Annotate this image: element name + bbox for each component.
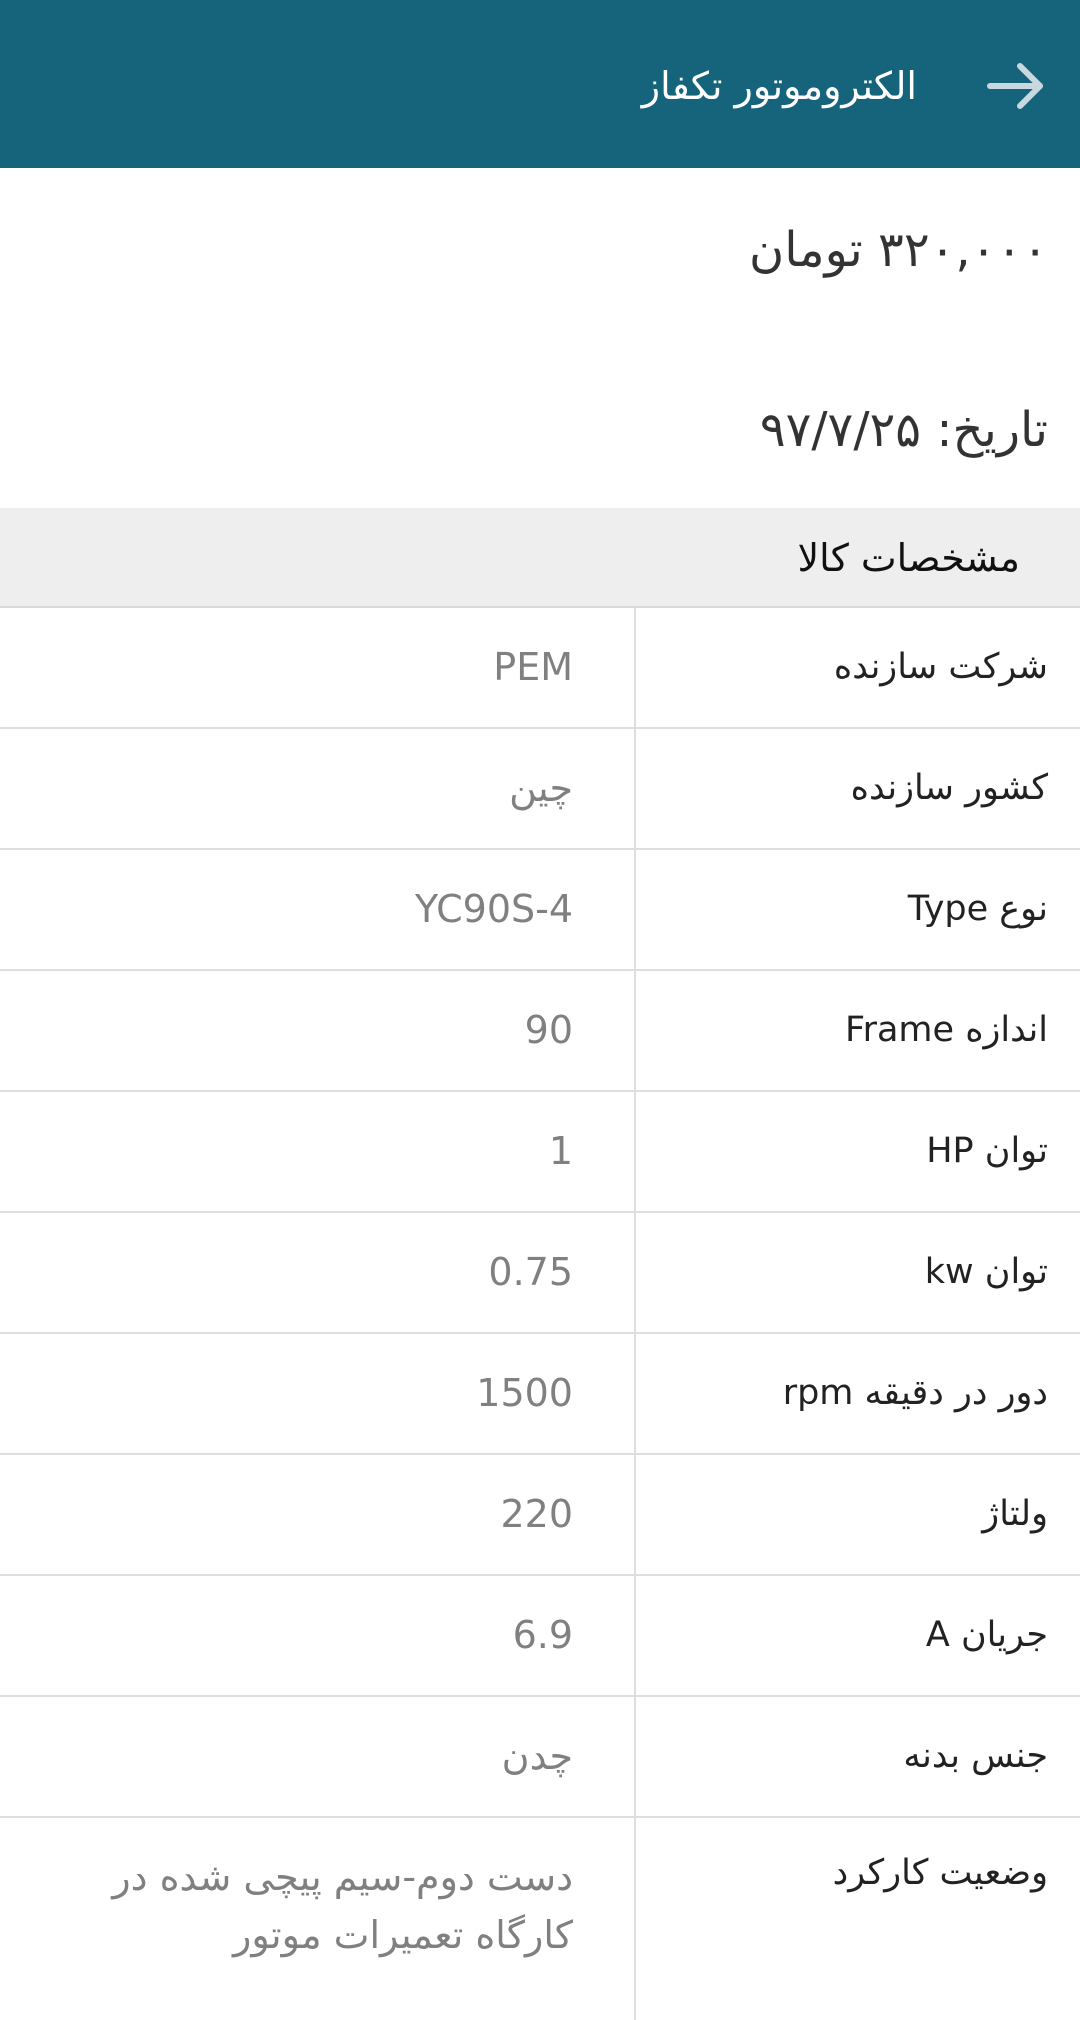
spec-row-voltage: ولتاژ 220 bbox=[0, 1455, 1080, 1576]
spec-row-manufacturer: شرکت سازنده PEM bbox=[0, 608, 1080, 729]
spec-value: 6.9 bbox=[512, 1613, 573, 1657]
spec-label: توان HP bbox=[926, 1131, 1048, 1171]
spec-label: جریان A bbox=[925, 1615, 1048, 1655]
spec-row-body-material: جنس بدنه چدن bbox=[0, 1697, 1080, 1818]
spec-value: 1500 bbox=[476, 1371, 573, 1415]
spec-row-frame: اندازه Frame 90 bbox=[0, 971, 1080, 1092]
specs-table: شرکت سازنده PEM کشور سازنده چین نوع Type… bbox=[0, 608, 1080, 2020]
spec-row-type: نوع Type YC90S-4 bbox=[0, 850, 1080, 971]
spec-row-current: جریان A 6.9 bbox=[0, 1576, 1080, 1697]
spec-label: اندازه Frame bbox=[845, 1010, 1048, 1050]
spec-value: 1 bbox=[548, 1129, 573, 1173]
spec-label: شرکت سازنده bbox=[833, 647, 1048, 687]
spec-label: نوع Type bbox=[907, 889, 1048, 929]
spec-value: چین bbox=[509, 766, 573, 810]
page-title: الکتروموتور تکفاز bbox=[641, 64, 917, 108]
arrow-right-icon[interactable] bbox=[980, 50, 1052, 122]
spec-row-kw: توان kw 0.75 bbox=[0, 1213, 1080, 1334]
specs-header: مشخصات کالا bbox=[0, 508, 1080, 608]
spec-row-condition: وضعیت کارکرد دست دوم-سیم پیچی شده در کار… bbox=[0, 1818, 1080, 2020]
specs-header-title: مشخصات کالا bbox=[797, 536, 1020, 580]
spec-row-rpm: دور در دقیقه rpm 1500 bbox=[0, 1334, 1080, 1455]
spec-value: 0.75 bbox=[488, 1250, 573, 1294]
spec-label: دور در دقیقه rpm bbox=[782, 1373, 1048, 1413]
spec-label: جنس بدنه bbox=[903, 1736, 1048, 1776]
spec-value: دست دوم-سیم پیچی شده در کارگاه تعمیرات م… bbox=[112, 1855, 573, 1957]
spec-label: کشور سازنده bbox=[850, 768, 1048, 808]
spec-value: PEM bbox=[493, 645, 573, 689]
spec-value: 220 bbox=[500, 1492, 573, 1536]
spec-value: 90 bbox=[524, 1008, 573, 1052]
spec-label: ولتاژ bbox=[982, 1494, 1048, 1534]
spec-label: توان kw bbox=[924, 1252, 1048, 1292]
app-bar: الکتروموتور تکفاز bbox=[0, 0, 1080, 168]
product-date: تاریخ: ۹۷/۷/۲۵ bbox=[759, 402, 1048, 458]
spec-row-hp: توان HP 1 bbox=[0, 1092, 1080, 1213]
spec-label: وضعیت کارکرد bbox=[832, 1853, 1048, 1893]
product-price: ۳۲۰,۰۰۰ تومان bbox=[749, 222, 1048, 278]
spec-value: YC90S-4 bbox=[414, 887, 573, 931]
spec-value: چدن bbox=[501, 1734, 573, 1778]
spec-row-country: کشور سازنده چین bbox=[0, 729, 1080, 850]
